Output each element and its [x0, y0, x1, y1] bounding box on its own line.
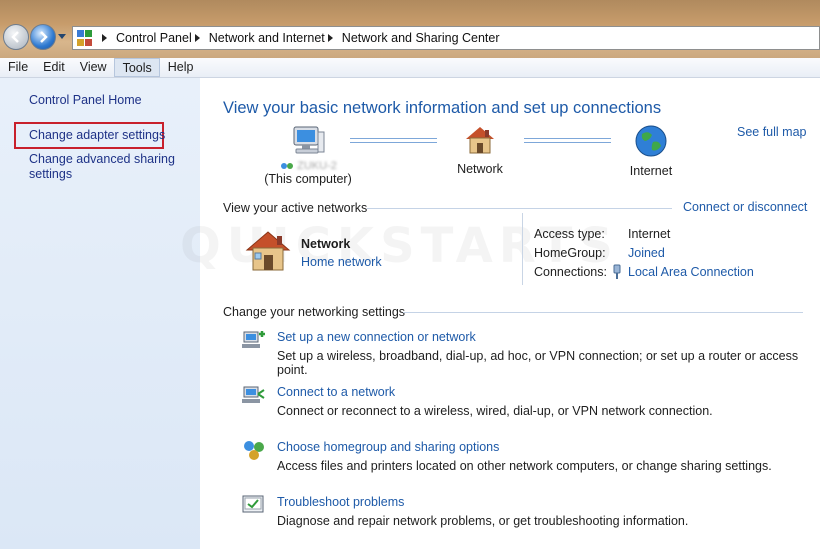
- sidebar-item-control-panel-home[interactable]: Control Panel Home: [29, 93, 142, 108]
- map-connector-line: [350, 138, 437, 143]
- back-arrow-icon: [11, 31, 19, 43]
- sidebar-item-change-adapter-settings[interactable]: Change adapter settings: [29, 128, 165, 143]
- task-setup-connection-link[interactable]: Set up a new connection or network: [277, 330, 476, 344]
- task-setup-connection-desc: Set up a wireless, broadband, dial-up, a…: [277, 349, 799, 377]
- window-titlebar: Control Panel Network and Internet Netwo…: [0, 0, 820, 60]
- homegroup-link[interactable]: Joined: [628, 246, 665, 260]
- access-type-label: Access type:: [534, 227, 605, 241]
- menu-file[interactable]: File: [0, 58, 35, 77]
- menu-tools[interactable]: Tools: [113, 58, 160, 77]
- breadcrumb-arrow-icon[interactable]: [102, 34, 107, 42]
- recent-pages-dropdown[interactable]: [58, 34, 66, 39]
- homegroup-icon: [244, 441, 264, 460]
- task-homegroup-sharing-link[interactable]: Choose homegroup and sharing options: [277, 440, 499, 454]
- home-network-icon: [466, 127, 494, 154]
- connect-network-icon: [242, 386, 265, 403]
- forward-arrow-icon: [40, 31, 48, 43]
- task-connect-network-link[interactable]: Connect to a network: [277, 385, 395, 399]
- networking-settings-label: Change your networking settings: [223, 305, 406, 319]
- forward-button[interactable]: [30, 24, 56, 50]
- globe-icon: [635, 125, 667, 157]
- new-connection-icon: [242, 331, 265, 348]
- computer-name-blurred: ZUKU-2: [297, 160, 337, 172]
- menu-view[interactable]: View: [72, 58, 114, 77]
- section-divider: [367, 208, 672, 209]
- task-connect-network-desc: Connect or reconnect to a wireless, wire…: [277, 404, 713, 418]
- connections-label: Connections:: [534, 265, 607, 279]
- map-connector-line: [524, 138, 611, 143]
- local-area-connection-link[interactable]: Local Area Connection: [628, 265, 754, 279]
- connect-or-disconnect-link[interactable]: Connect or disconnect: [683, 200, 807, 214]
- section-divider: [403, 312, 803, 313]
- address-bar[interactable]: Control Panel Network and Internet Netwo…: [72, 26, 820, 50]
- breadcrumb-arrow-icon[interactable]: [327, 34, 333, 42]
- control-panel-icon: [77, 30, 93, 46]
- active-networks-label: View your active networks: [223, 201, 368, 215]
- user-network-icon: [281, 163, 294, 169]
- vertical-divider: [522, 213, 523, 285]
- map-this-computer[interactable]: ZUKU-2 (This computer): [262, 124, 354, 186]
- internet-label: Internet: [629, 164, 673, 178]
- homegroup-label: HomeGroup:: [534, 246, 606, 260]
- breadcrumb-control-panel[interactable]: Control Panel: [116, 31, 192, 45]
- network-type-link[interactable]: Home network: [301, 255, 382, 269]
- network-label: Network: [457, 162, 503, 176]
- this-computer-caption: (This computer): [264, 172, 352, 186]
- task-troubleshoot-link[interactable]: Troubleshoot problems: [277, 495, 404, 509]
- map-network[interactable]: Network: [450, 124, 510, 176]
- page-title: View your basic network information and …: [223, 99, 662, 117]
- breadcrumb-network-and-internet[interactable]: Network and Internet: [209, 31, 325, 45]
- ethernet-icon: [613, 264, 621, 279]
- menu-bar: File Edit View Tools Help: [0, 58, 820, 78]
- active-network-name: Network: [301, 237, 351, 251]
- map-internet[interactable]: Internet: [620, 124, 682, 178]
- menu-edit[interactable]: Edit: [35, 58, 72, 77]
- breadcrumb-network-and-sharing-center[interactable]: Network and Sharing Center: [342, 31, 500, 45]
- sidebar: Control Panel Home Change adapter settin…: [0, 78, 200, 549]
- back-button[interactable]: [3, 24, 29, 50]
- home-network-icon: [245, 231, 291, 271]
- computer-icon: [293, 126, 325, 154]
- task-troubleshoot-desc: Diagnose and repair network problems, or…: [277, 514, 689, 528]
- troubleshoot-icon: [242, 495, 264, 513]
- breadcrumb-arrow-icon[interactable]: [194, 34, 200, 42]
- main-content: QUICKSTARTS View your basic network info…: [180, 78, 820, 549]
- access-type-value: Internet: [628, 227, 671, 241]
- see-full-map-link[interactable]: See full map: [737, 125, 806, 139]
- task-homegroup-sharing-desc: Access files and printers located on oth…: [277, 459, 772, 473]
- sidebar-item-change-advanced-sharing-settings[interactable]: Change advanced sharing settings: [29, 152, 179, 182]
- menu-help[interactable]: Help: [160, 58, 201, 77]
